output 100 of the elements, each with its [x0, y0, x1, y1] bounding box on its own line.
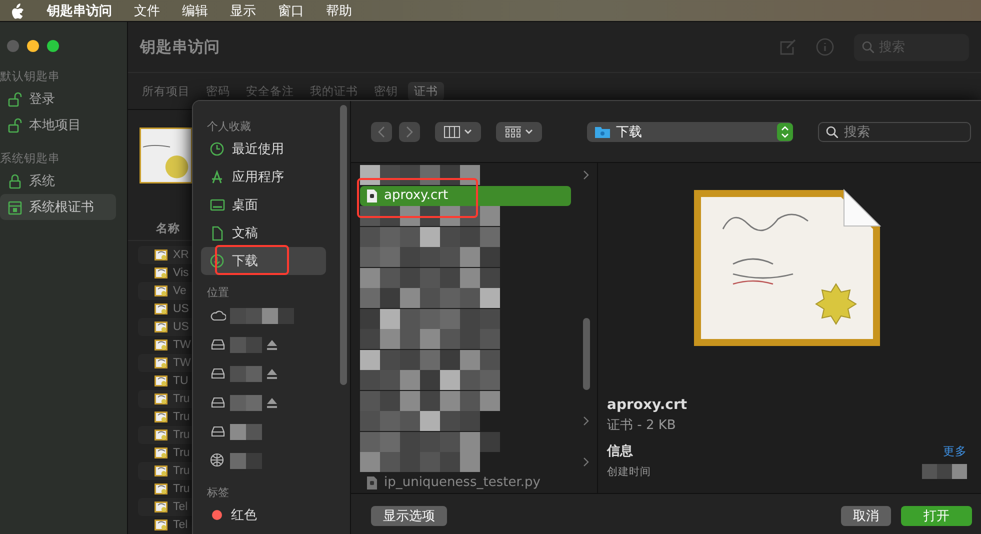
- sidebar-item[interactable]: 系统: [0, 168, 116, 194]
- sidebar-heading: 标签: [206, 484, 230, 500]
- sidebar-item[interactable]: 下载: [201, 247, 326, 275]
- columns-icon: [444, 126, 460, 138]
- table-cell: Tru: [173, 447, 190, 459]
- table-cell: Ve: [173, 285, 186, 297]
- certificate-icon: [154, 267, 168, 279]
- unlocked-padlock-icon: [8, 92, 23, 106]
- sidebar-item[interactable]: 登录: [0, 86, 116, 112]
- table-cell: Tru: [173, 483, 190, 495]
- caret-icon: [525, 129, 533, 134]
- menu-item[interactable]: 文件: [134, 2, 160, 20]
- grid-icon: [505, 126, 521, 138]
- up-down-chevron-icon: [781, 126, 789, 138]
- open-button[interactable]: 打开: [901, 506, 972, 526]
- pixelated-block: [922, 464, 967, 479]
- options-button[interactable]: 显示选项: [371, 506, 447, 526]
- unlocked-padlock-icon: [8, 118, 23, 132]
- table-cell: TW: [173, 339, 191, 351]
- certificate-icon: [154, 249, 168, 261]
- group-button[interactable]: [496, 122, 542, 142]
- section-title: 信息: [607, 443, 633, 460]
- certificate-icon: [154, 519, 168, 531]
- chevron-right-icon: [583, 170, 589, 180]
- sidebar-item[interactable]: 系统根证书: [0, 194, 116, 220]
- sidebar-heading: 位置: [206, 284, 230, 300]
- file-row[interactable]: aproxy.crt: [360, 186, 571, 206]
- view-mode-button[interactable]: [435, 122, 481, 142]
- certificate-icon: [154, 321, 168, 333]
- file-name: aproxy.crt: [607, 397, 688, 413]
- search-icon: [826, 126, 838, 138]
- window-title: 钥匙串访问: [140, 36, 221, 58]
- table-cell: XR: [173, 249, 189, 261]
- sidebar-item[interactable]: 文稿: [201, 219, 326, 247]
- scrollbar[interactable]: [340, 105, 347, 385]
- sidebar-heading: 默认钥匙串: [0, 68, 61, 85]
- pixelated-block: [230, 336, 262, 352]
- file-kind-size: 证书 - 2 KB: [607, 417, 677, 434]
- sidebar-heading: 系统钥匙串: [0, 150, 61, 167]
- table-cell: TU: [173, 375, 188, 387]
- edit-icon: [779, 39, 796, 55]
- drive-icon: [210, 336, 226, 352]
- scrollbar[interactable]: [583, 318, 590, 390]
- sidebar-item[interactable]: 红色: [201, 501, 326, 529]
- forward-button[interactable]: [399, 122, 420, 142]
- drive-icon: [210, 424, 226, 440]
- chevron-right-icon: [583, 416, 589, 426]
- file-icon: [366, 476, 378, 490]
- info-icon: [816, 38, 834, 56]
- menu-item[interactable]: 显示: [230, 2, 256, 20]
- certificate-icon: [154, 393, 168, 405]
- menu-item[interactable]: 编辑: [182, 2, 208, 20]
- caret-icon: [464, 129, 472, 134]
- pixelated-block: [230, 452, 262, 468]
- table-cell: Tel: [173, 501, 188, 513]
- app-menu[interactable]: 钥匙串访问: [47, 2, 112, 20]
- pixelated-block: [230, 308, 294, 324]
- certificate-icon: [154, 501, 168, 513]
- file-row[interactable]: ip_uniqueness_tester.py: [360, 472, 571, 493]
- certificate-icon: [154, 303, 168, 315]
- pixelated-block: [230, 394, 262, 410]
- document-icon: [210, 226, 225, 240]
- sidebar-heading: 个人收藏: [206, 118, 252, 134]
- sidebar-item[interactable]: 桌面: [201, 191, 326, 219]
- certificate-icon: [139, 127, 193, 184]
- certificate-icon: [154, 411, 168, 423]
- chevron-right-icon: [583, 457, 589, 468]
- certificate-icon: [154, 429, 168, 441]
- column-header[interactable]: 名称: [156, 220, 180, 236]
- cancel-button[interactable]: 取消: [841, 506, 891, 526]
- search-field[interactable]: 搜索: [818, 122, 971, 142]
- zoom-light-button[interactable]: [47, 40, 59, 52]
- certificate-icon: [154, 447, 168, 459]
- table-cell: Tru: [173, 465, 190, 477]
- app-letter-icon: [210, 170, 225, 184]
- drive-icon: [210, 394, 226, 410]
- sidebar-item[interactable]: 本地项目: [0, 112, 116, 138]
- drive-icon: [210, 366, 226, 382]
- field-label: 创建时间: [607, 464, 651, 478]
- tab[interactable]: 证书: [408, 82, 444, 100]
- padlock-icon: [8, 174, 23, 188]
- search-icon: [862, 41, 874, 53]
- sidebar-item[interactable]: 最近使用: [201, 135, 326, 163]
- more-link[interactable]: 更多: [943, 444, 967, 458]
- menu-item[interactable]: 帮助: [326, 2, 352, 20]
- folder-icon: [595, 125, 610, 138]
- location-popup[interactable]: 下载: [587, 122, 793, 142]
- minimize-light-button[interactable]: [27, 40, 39, 52]
- menu-item[interactable]: 窗口: [278, 2, 304, 20]
- clock-icon: [210, 142, 225, 156]
- download-circle-icon: [210, 254, 225, 268]
- chevron-right-icon: [405, 126, 414, 138]
- sidebar-item[interactable]: 应用程序: [201, 163, 326, 191]
- monitor-icon: [210, 198, 225, 212]
- table-cell: US: [173, 321, 189, 333]
- table-cell: Tru: [173, 429, 190, 441]
- table-cell: TW: [173, 357, 191, 369]
- table-cell: Vis: [173, 267, 189, 279]
- back-button[interactable]: [371, 122, 392, 142]
- table-cell: US: [173, 303, 189, 315]
